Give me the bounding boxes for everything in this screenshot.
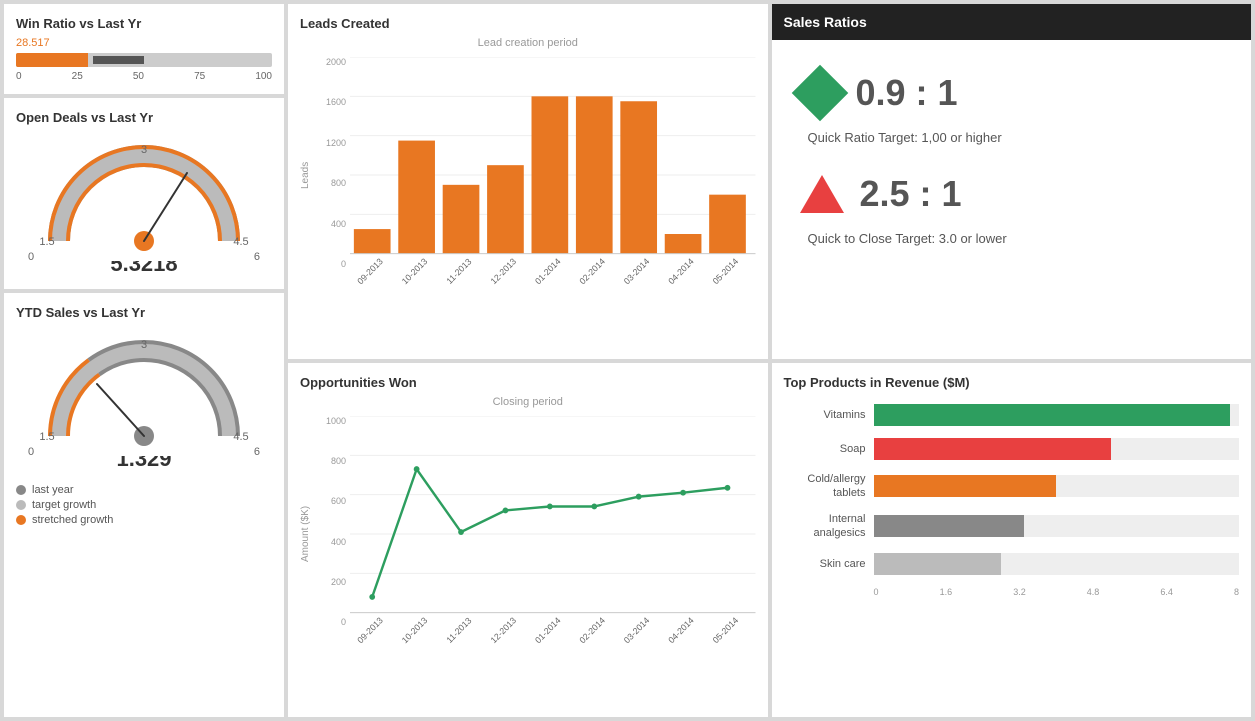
svg-text:3: 3 <box>141 144 147 156</box>
products-title: Top Products in Revenue ($M) <box>784 375 1240 390</box>
opps-y-ticks: 1000 800 600 400 200 0 <box>318 416 350 652</box>
product-row-soap: Soap <box>784 438 1240 460</box>
quick-ratio-section: 0.9 : 1 <box>800 72 1224 114</box>
product-bar-analgesics <box>874 515 1240 537</box>
product-bar-cold <box>874 475 1240 497</box>
ytd-sales-panel: YTD Sales vs Last Yr 3 <box>4 293 284 717</box>
legend-item-stretched: stretched growth <box>16 514 272 526</box>
svg-text:10-2013: 10-2013 <box>400 256 430 286</box>
win-ratio-value: 28.517 <box>16 37 272 49</box>
product-bar-skincare <box>874 553 1240 575</box>
win-ratio-title: Win Ratio vs Last Yr <box>16 16 272 31</box>
diamond-icon <box>800 73 840 113</box>
sales-ratios-title: Sales Ratios <box>772 4 1252 40</box>
svg-text:03-2014: 03-2014 <box>622 256 652 286</box>
close-ratio-value: 2.5 : 1 <box>860 173 962 215</box>
win-ratio-bar-labels: 0 25 50 75 100 <box>16 71 272 82</box>
svg-text:10-2013: 10-2013 <box>400 615 430 645</box>
leads-y-label: Leads <box>300 57 318 293</box>
opportunities-won-panel: Opportunities Won Closing period Amount … <box>288 363 768 718</box>
close-ratio-section: 2.5 : 1 <box>800 173 1224 215</box>
products-chart: Vitamins Soap Cold/allergytablets <box>784 396 1240 605</box>
svg-text:02-2014: 02-2014 <box>577 615 607 645</box>
product-row-cold: Cold/allergytablets <box>784 472 1240 501</box>
win-ratio-dark-bar <box>93 56 144 64</box>
svg-text:04-2014: 04-2014 <box>666 615 696 645</box>
svg-text:01-2014: 01-2014 <box>533 615 563 645</box>
sales-ratios-panel: Sales Ratios 0.9 : 1 Quick Ratio Target:… <box>772 4 1252 359</box>
ytd-sales-title: YTD Sales vs Last Yr <box>16 305 272 320</box>
opps-y-label: Amount ($K) <box>300 416 318 652</box>
svg-text:09-2013: 09-2013 <box>355 256 385 286</box>
legend-item-last-year: last year <box>16 484 272 496</box>
triangle-icon <box>800 175 844 213</box>
svg-text:04-2014: 04-2014 <box>666 256 696 286</box>
leads-subtitle: Lead creation period <box>300 37 756 49</box>
opps-chart-svg: 09-2013 10-2013 11-2013 12-2013 01-2014 … <box>350 416 756 652</box>
quick-ratio-value: 0.9 : 1 <box>856 72 958 114</box>
legend-dot-target <box>16 500 26 510</box>
svg-text:09-2013: 09-2013 <box>355 615 385 645</box>
products-x-labels: 0 1.6 3.2 4.8 6.4 8 <box>784 587 1240 597</box>
leads-chart-svg: 09-2013 10-2013 11-2013 12-2013 01-2014 … <box>350 57 756 293</box>
open-deals-panel: Open Deals vs Last Yr 3 <box>4 98 284 289</box>
svg-text:02-2014: 02-2014 <box>577 256 607 286</box>
win-ratio-bar <box>16 53 272 67</box>
left-column: Win Ratio vs Last Yr 28.517 0 25 50 75 1… <box>4 4 284 717</box>
legend-dot-stretched <box>16 515 26 525</box>
svg-text:11-2013: 11-2013 <box>444 615 473 645</box>
svg-text:3: 3 <box>141 339 147 351</box>
legend-label-last-year: last year <box>32 484 74 496</box>
svg-text:1.5: 1.5 <box>39 431 54 443</box>
svg-text:11-2013: 11-2013 <box>444 256 473 286</box>
close-ratio-label: Quick to Close Target: 3.0 or lower <box>808 231 1224 246</box>
ytd-sales-gauge: 3 1.5 4.5 <box>39 326 249 456</box>
leads-title: Leads Created <box>300 16 756 31</box>
opps-title: Opportunities Won <box>300 375 756 390</box>
svg-text:1.5: 1.5 <box>39 236 54 248</box>
svg-text:12-2013: 12-2013 <box>489 615 519 645</box>
svg-text:4.5: 4.5 <box>233 236 248 248</box>
product-label-vitamins: Vitamins <box>784 409 874 421</box>
legend-label-target: target growth <box>32 499 96 511</box>
leads-created-panel: Leads Created Lead creation period Leads… <box>288 4 768 359</box>
legend-label-stretched: stretched growth <box>32 514 113 526</box>
svg-text:12-2013: 12-2013 <box>489 256 519 286</box>
svg-text:05-2014: 05-2014 <box>711 615 741 645</box>
win-ratio-panel: Win Ratio vs Last Yr 28.517 0 25 50 75 1… <box>4 4 284 94</box>
ytd-min: 0 <box>28 446 34 472</box>
open-deals-max: 6 <box>254 251 260 277</box>
product-row-analgesics: Internalanalgesics <box>784 512 1240 541</box>
svg-text:01-2014: 01-2014 <box>533 256 563 286</box>
product-label-analgesics: Internalanalgesics <box>784 512 874 541</box>
opps-subtitle: Closing period <box>300 396 756 408</box>
product-row-skincare: Skin care <box>784 553 1240 575</box>
legend-dot-last-year <box>16 485 26 495</box>
win-ratio-orange-bar <box>16 53 88 67</box>
product-label-soap: Soap <box>784 443 874 455</box>
ytd-max: 6 <box>254 446 260 472</box>
svg-text:05-2014: 05-2014 <box>711 256 741 286</box>
svg-text:03-2014: 03-2014 <box>622 615 652 645</box>
product-label-cold: Cold/allergytablets <box>784 472 874 501</box>
leads-y-ticks: 2000 1600 1200 800 400 0 <box>318 57 350 293</box>
top-products-panel: Top Products in Revenue ($M) Vitamins So… <box>772 363 1252 718</box>
open-deals-gauge: 3 1.5 4.5 <box>39 131 249 261</box>
quick-ratio-label: Quick Ratio Target: 1,00 or higher <box>808 130 1224 145</box>
dashboard: Win Ratio vs Last Yr 28.517 0 25 50 75 1… <box>0 0 1255 721</box>
svg-text:4.5: 4.5 <box>233 431 248 443</box>
product-bar-soap <box>874 438 1240 460</box>
legend-item-target: target growth <box>16 499 272 511</box>
product-row-vitamins: Vitamins <box>784 404 1240 426</box>
product-bar-vitamins <box>874 404 1240 426</box>
product-label-skincare: Skin care <box>784 558 874 570</box>
open-deals-title: Open Deals vs Last Yr <box>16 110 272 125</box>
open-deals-min: 0 <box>28 251 34 277</box>
legend: last year target growth stretched growth <box>16 484 272 526</box>
